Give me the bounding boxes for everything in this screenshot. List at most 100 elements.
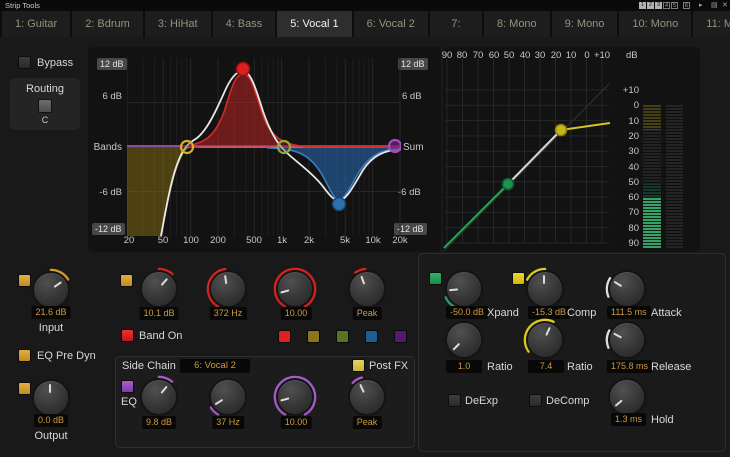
eq-bands-label: Bands: [90, 142, 122, 153]
comp-ratio-label: Ratio: [567, 361, 593, 373]
xpand-label: Xpand: [487, 307, 519, 319]
comp-label: Comp: [567, 307, 596, 319]
tab-7[interactable]: 7:: [430, 11, 482, 37]
preset-button-4[interactable]: 4: [663, 2, 670, 9]
preset-button-5[interactable]: 5: [671, 2, 678, 9]
deexp-label: DeExp: [465, 395, 498, 407]
side-chain-gain-knob[interactable]: [136, 374, 182, 420]
close-icon[interactable]: ✕: [722, 1, 728, 9]
input-value[interactable]: 21.6 dB: [31, 306, 70, 319]
release-knob[interactable]: [604, 317, 650, 363]
side-chain-type-value[interactable]: Peak: [353, 416, 382, 429]
band-freq-knob[interactable]: [205, 266, 251, 312]
release-value[interactable]: 175.8 ms: [607, 360, 652, 373]
tab-10-mono[interactable]: 10: Mono: [619, 11, 691, 37]
dyn-top-tick: 50: [504, 50, 515, 61]
tab-2-bdrum[interactable]: 2: Bdrum: [72, 11, 143, 37]
expander-threshold-handle[interactable]: [503, 179, 514, 190]
side-chain-source-dropdown[interactable]: 6: Vocal 2: [180, 359, 250, 373]
band-enable-checkbox[interactable]: [120, 274, 133, 287]
band-swatch-purple[interactable]: [394, 330, 407, 343]
band-swatch-blue[interactable]: [365, 330, 378, 343]
dyn-top-tick: 0: [584, 50, 589, 61]
strip-tools-window: Strip Tools 1 2 3 4 5 6 ▸ ▤ ✕ 1: Guitar …: [0, 0, 730, 457]
band-q-value[interactable]: 10.00: [281, 307, 312, 320]
preset-button-2[interactable]: 2: [647, 2, 654, 9]
compressor-segment: [561, 123, 610, 130]
shade-icon[interactable]: ▤: [711, 1, 718, 9]
routing-label: Routing: [10, 83, 80, 95]
eq-handle-olive[interactable]: [278, 141, 290, 153]
dyn-top-tick: 80: [457, 50, 468, 61]
side-chain-q-knob[interactable]: [272, 374, 318, 420]
tab-1-guitar[interactable]: 1: Guitar: [2, 11, 70, 37]
band-gain-value[interactable]: 10.1 dB: [139, 307, 178, 320]
side-chain-freq-value[interactable]: 37 Hz: [212, 416, 244, 429]
band-gain-knob[interactable]: [136, 266, 182, 312]
title-bar: Strip Tools 1 2 3 4 5 6 ▸ ▤ ✕: [0, 0, 730, 11]
comp-ratio-knob[interactable]: [522, 317, 568, 363]
decomp-label: DeComp: [546, 395, 589, 407]
pin-icon[interactable]: ▸: [699, 1, 703, 9]
band-on-label: Band On: [139, 330, 182, 342]
eq-handle-blue[interactable]: [333, 198, 346, 211]
comp-ratio-value[interactable]: 7.4: [528, 360, 564, 373]
post-fx-checkbox[interactable]: [352, 359, 365, 372]
deexp-checkbox[interactable]: [448, 394, 461, 407]
side-chain-freq-knob[interactable]: [205, 374, 251, 420]
xpand-ratio-value[interactable]: 1.0: [446, 360, 482, 373]
side-chain-type-knob[interactable]: [344, 374, 390, 420]
band-freq-value[interactable]: 372 Hz: [210, 307, 247, 320]
tab-4-bass[interactable]: 4: Bass: [213, 11, 276, 37]
band-type-value[interactable]: Peak: [353, 307, 382, 320]
dyn-db-unit: dB: [626, 50, 638, 61]
dyn-right-tick: 60: [610, 192, 639, 203]
eq-right-top-badge: 12 dB: [398, 58, 428, 70]
dyn-right-tick: 90: [610, 238, 639, 249]
hold-value[interactable]: 1.3 ms: [611, 413, 646, 426]
tab-11-mono[interactable]: 11: Mono: [693, 11, 730, 37]
output-label: Output: [34, 430, 67, 442]
eq-freq-tick: 20: [124, 235, 135, 246]
post-fx-label: Post FX: [369, 360, 408, 372]
eq-handle-red[interactable]: [237, 63, 250, 76]
band-type-knob[interactable]: [344, 266, 390, 312]
decomp-checkbox[interactable]: [529, 394, 542, 407]
routing-button[interactable]: [38, 99, 52, 113]
band-q-knob[interactable]: [272, 266, 318, 312]
eq-sum-label: Sum: [403, 142, 424, 153]
band-swatch-yellow[interactable]: [307, 330, 320, 343]
band-on-checkbox[interactable]: [121, 329, 134, 342]
output-value[interactable]: 0.0 dB: [34, 414, 68, 427]
dyn-right-tick: 10: [610, 116, 639, 127]
band-swatch-red[interactable]: [278, 330, 291, 343]
eq-band-red-fill: [179, 74, 362, 147]
compressor-threshold-handle[interactable]: [556, 125, 567, 136]
eq-left-minus6: -6 dB: [88, 187, 122, 198]
preset-button-1[interactable]: 1: [639, 2, 646, 9]
preset-button-6[interactable]: 6: [683, 2, 690, 9]
preset-button-3[interactable]: 3: [655, 2, 662, 9]
xpand-ratio-knob[interactable]: [441, 317, 487, 363]
tab-6-vocal2[interactable]: 6: Vocal 2: [354, 11, 428, 37]
routing-panel: Routing C: [10, 78, 80, 130]
eq-handle-yellow[interactable]: [181, 141, 193, 153]
eq-left-plus6: 6 dB: [92, 91, 122, 102]
tab-3-hihat[interactable]: 3: HiHat: [145, 11, 211, 37]
eq-handle-purple[interactable]: [389, 140, 401, 152]
bypass-checkbox[interactable]: [18, 56, 31, 69]
side-chain-eq-checkbox[interactable]: [121, 380, 134, 393]
eq-freq-tick: 10k: [365, 235, 380, 246]
side-chain-q-value[interactable]: 10.00: [281, 416, 312, 429]
eq-left-bottom-badge: -12 dB: [92, 223, 125, 235]
dyn-right-tick: 40: [610, 162, 639, 173]
band-swatch-olive[interactable]: [336, 330, 349, 343]
side-chain-gain-value[interactable]: 9.8 dB: [142, 416, 176, 429]
tab-9-mono[interactable]: 9: Mono: [552, 11, 618, 37]
tab-8-mono[interactable]: 8: Mono: [484, 11, 550, 37]
eq-freq-tick: 5k: [340, 235, 350, 246]
eq-pre-dyn-checkbox[interactable]: [18, 349, 31, 362]
window-title: Strip Tools: [5, 1, 40, 10]
tab-5-vocal1[interactable]: 5: Vocal 1: [277, 11, 351, 37]
eq-left-top-badge: 12 dB: [97, 58, 127, 70]
